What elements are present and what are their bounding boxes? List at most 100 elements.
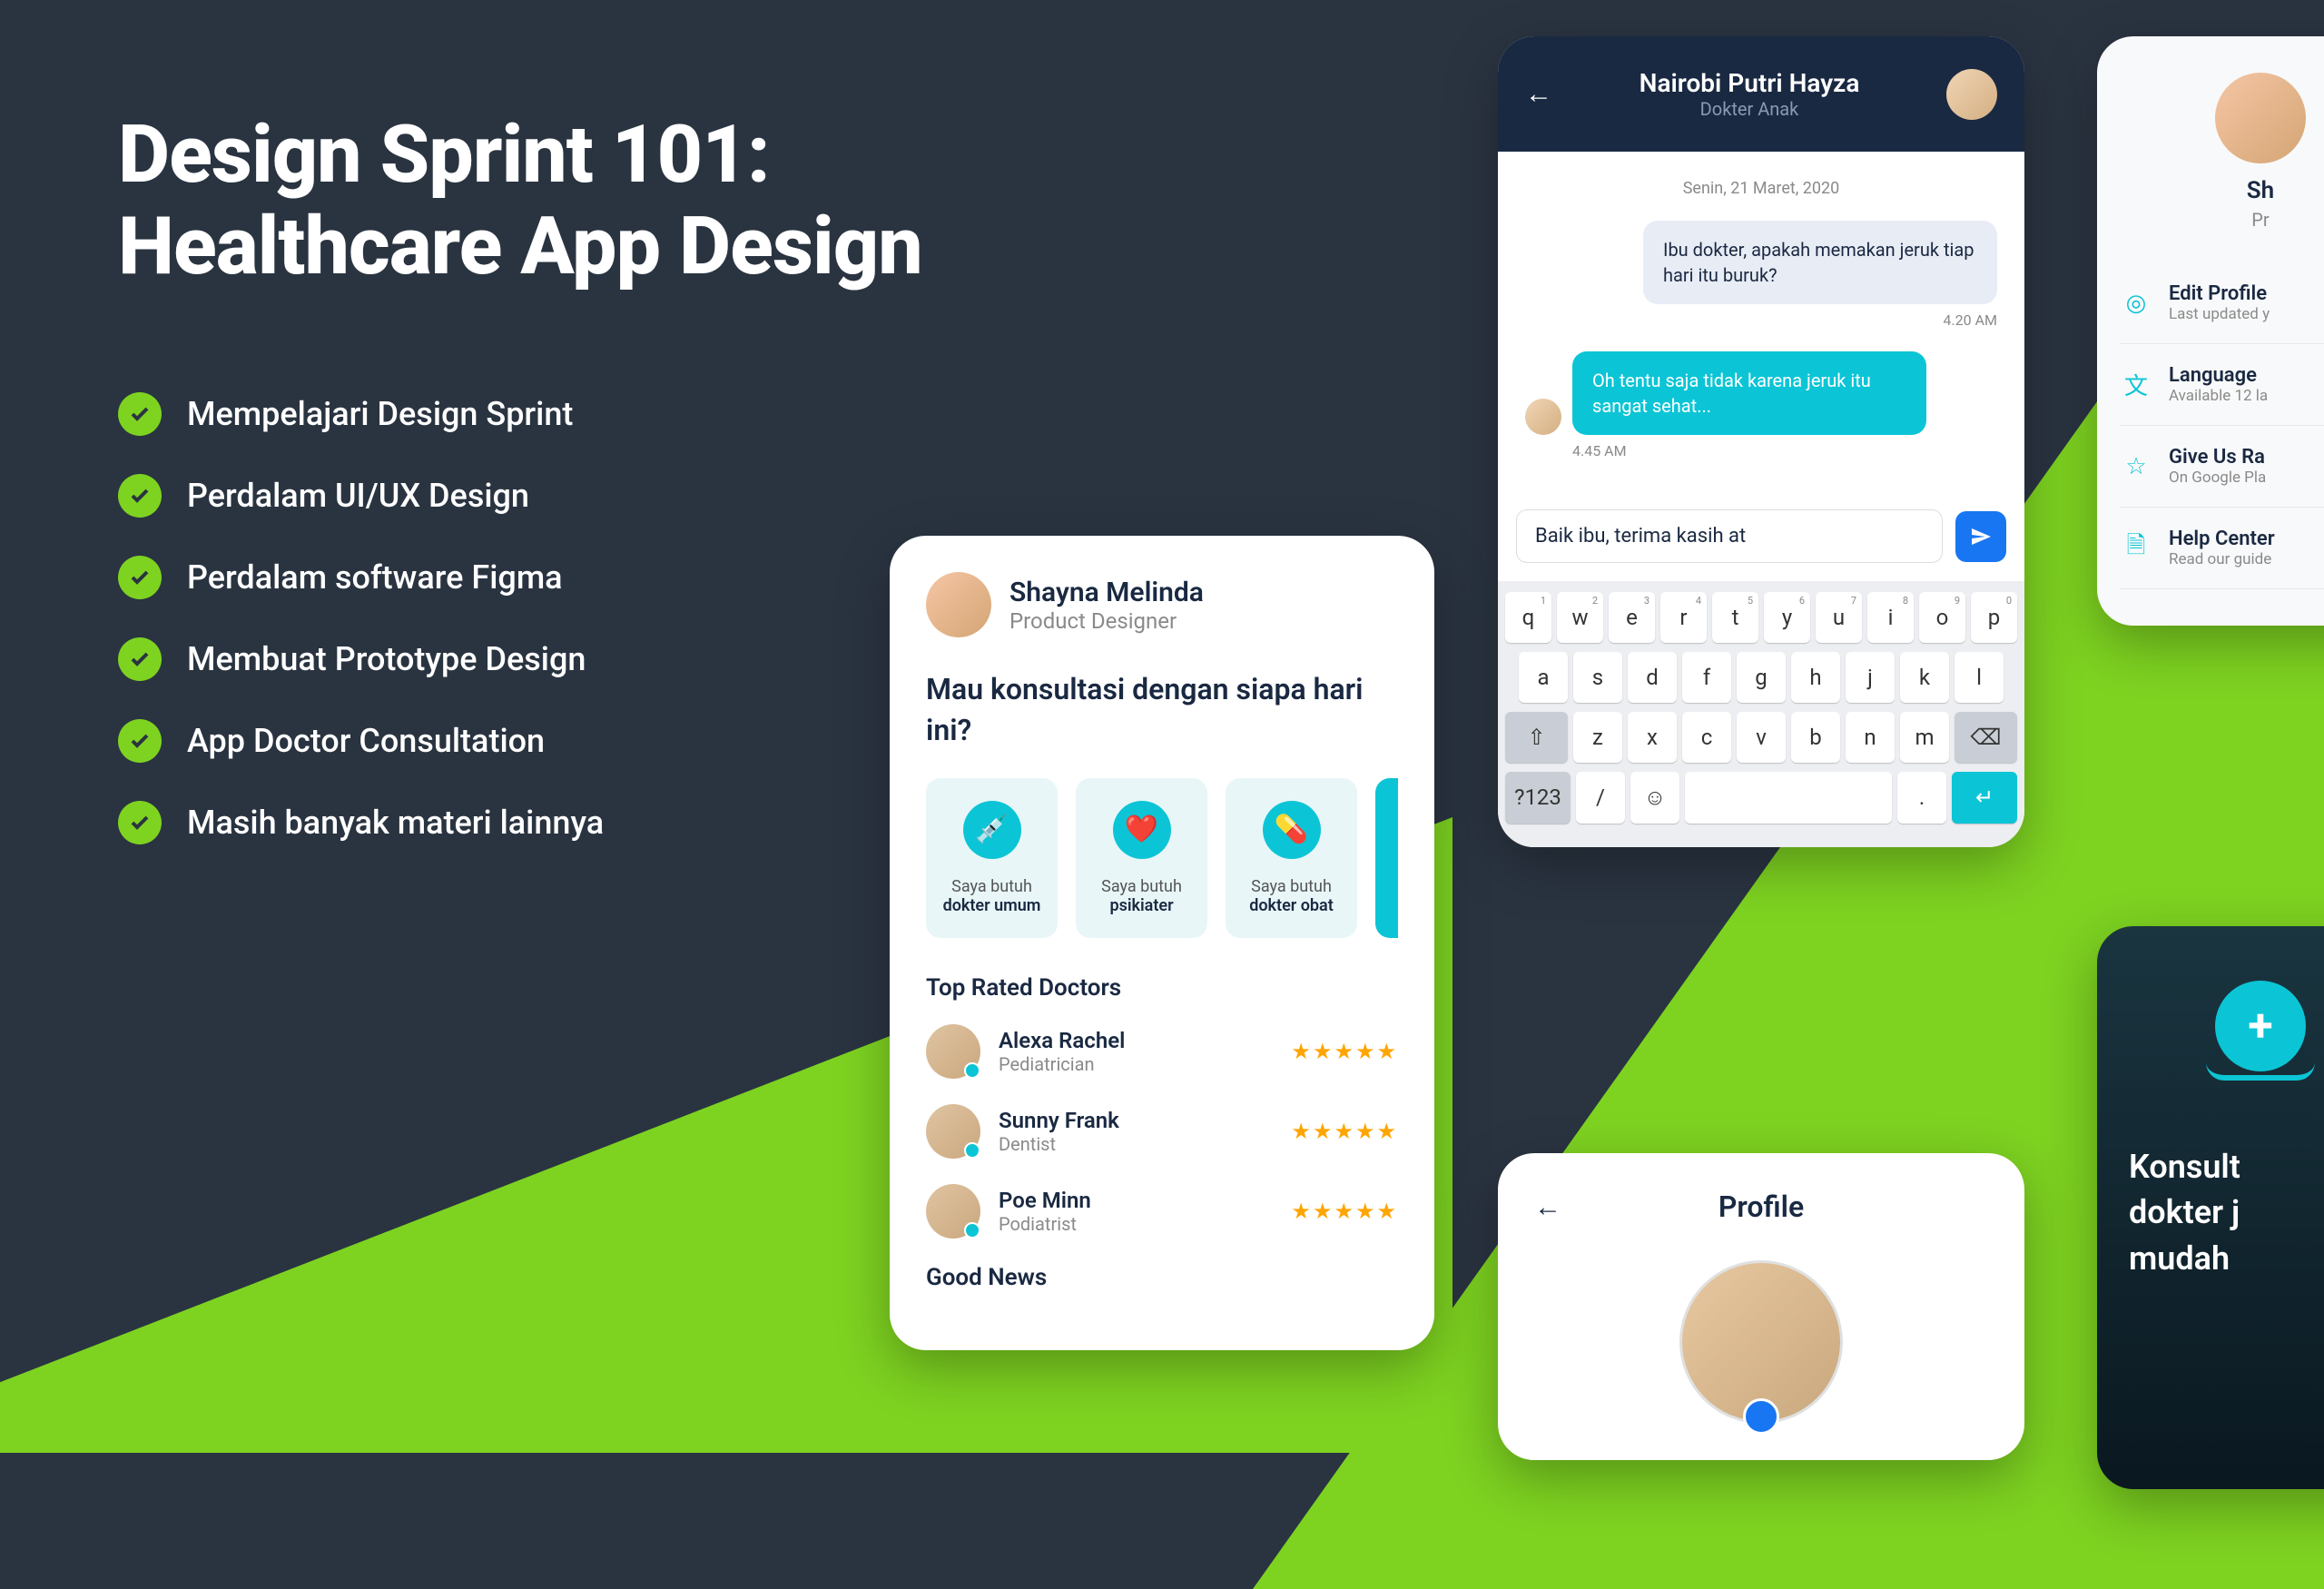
key-p[interactable]: p0: [1971, 592, 2017, 643]
section-news: Good News: [926, 1264, 1398, 1291]
stars-icon: ★★★★★: [1291, 1039, 1398, 1064]
item-sub: Read our guide: [2169, 550, 2275, 568]
item-sub: On Google Pla: [2169, 469, 2266, 487]
user-avatar[interactable]: [926, 572, 991, 637]
doctor-avatar: [926, 1184, 980, 1239]
message-outgoing: Ibu dokter, apakah memakan jeruk tiap ha…: [1643, 221, 1997, 304]
key-u[interactable]: u7: [1816, 592, 1862, 643]
doctor-name: Poe Minn: [999, 1188, 1091, 1213]
shift-key[interactable]: ⇧: [1505, 712, 1568, 763]
doctor-row[interactable]: Sunny FrankDentist ★★★★★: [926, 1104, 1398, 1159]
cat-label: Saya butuh: [1251, 877, 1332, 896]
back-arrow-icon[interactable]: ←: [1525, 78, 1552, 110]
slash-key[interactable]: /: [1576, 772, 1625, 824]
chat-header: ← Nairobi Putri Hayza Dokter Anak: [1498, 36, 2024, 152]
doctor-row[interactable]: Poe MinnPodiatrist★★★★★: [926, 1184, 1398, 1239]
key-t[interactable]: t5: [1712, 592, 1758, 643]
settings-item-profile[interactable]: ◎Edit ProfileLast updated y: [2120, 262, 2324, 344]
category-card-umum[interactable]: 💉Saya butuhdokter umum: [926, 778, 1058, 938]
bullet-text: Perdalam software Figma: [187, 558, 563, 597]
chat-doctor-avatar[interactable]: [1946, 69, 1997, 120]
period-key[interactable]: .: [1897, 772, 1946, 824]
settings-avatar[interactable]: [2215, 73, 2306, 163]
doctor-name: Sunny Frank: [999, 1108, 1119, 1133]
key-g[interactable]: g: [1737, 652, 1786, 703]
document-icon: 🗎: [2120, 532, 2152, 565]
category-card-partial[interactable]: [1375, 778, 1398, 938]
gender-badge-icon: [1743, 1398, 1779, 1435]
enter-key[interactable]: ↵: [1952, 772, 2017, 824]
pill-icon: 💊: [1263, 801, 1321, 859]
user-header[interactable]: Shayna Melinda Product Designer: [926, 572, 1398, 637]
cat-label: Saya butuh: [1101, 877, 1182, 896]
bullet-text: Membuat Prototype Design: [187, 640, 586, 678]
thermometer-icon: 💉: [963, 801, 1021, 859]
check-icon: [118, 637, 162, 681]
key-y[interactable]: y6: [1764, 592, 1810, 643]
doctor-avatar: [926, 1024, 980, 1079]
key-h[interactable]: h: [1791, 652, 1840, 703]
key-e[interactable]: e3: [1609, 592, 1655, 643]
category-row: 💉Saya butuhdokter umum ❤️Saya butuhpsiki…: [926, 778, 1398, 938]
splash-text: Konsultdokter jmudah: [2129, 1144, 2324, 1281]
message-time: 4.20 AM: [1525, 311, 1997, 329]
settings-item-language[interactable]: 文LanguageAvailable 12 la: [2120, 344, 2324, 426]
item-title: Language: [2169, 364, 2268, 387]
key-m[interactable]: m: [1900, 712, 1949, 763]
doctor-spec: Dentist: [999, 1133, 1119, 1155]
stars-icon: ★★★★★: [1291, 1199, 1398, 1224]
section-doctors: Top Rated Doctors: [926, 974, 1398, 1002]
profile-avatar[interactable]: [1679, 1260, 1843, 1424]
key-a[interactable]: a: [1519, 652, 1568, 703]
category-card-psikiater[interactable]: ❤️Saya butuhpsikiater: [1076, 778, 1207, 938]
chat-date: Senin, 21 Maret, 2020: [1525, 179, 1997, 198]
key-i[interactable]: i8: [1867, 592, 1914, 643]
keyboard: q1w2e3r4t5y6u7i8o9p0 asdfghjkl ⇧ zxcvbnm…: [1498, 581, 2024, 847]
cat-bold: dokter obat: [1239, 896, 1344, 915]
backspace-key[interactable]: ⌫: [1955, 712, 2017, 763]
item-title: Give Us Ra: [2169, 446, 2266, 469]
key-x[interactable]: x: [1628, 712, 1677, 763]
check-icon: [118, 719, 162, 763]
app-splash-screen: Konsultdokter jmudah: [2097, 926, 2324, 1489]
key-l[interactable]: l: [1955, 652, 2004, 703]
message-avatar: [1525, 399, 1561, 435]
key-r[interactable]: r4: [1660, 592, 1707, 643]
profile-icon: ◎: [2120, 287, 2152, 320]
key-q[interactable]: q1: [1505, 592, 1551, 643]
key-d[interactable]: d: [1628, 652, 1677, 703]
key-c[interactable]: c: [1682, 712, 1731, 763]
heart-icon: ❤️: [1113, 801, 1171, 859]
settings-item-help[interactable]: 🗎Help CenterRead our guide: [2120, 508, 2324, 589]
category-card-obat[interactable]: 💊 Saya butuhdokter obat: [1226, 778, 1357, 938]
key-k[interactable]: k: [1900, 652, 1949, 703]
bullet-text: Mempelajari Design Sprint: [187, 395, 573, 433]
key-b[interactable]: b: [1791, 712, 1840, 763]
space-key[interactable]: [1685, 772, 1892, 824]
app-home-screen: Shayna Melinda Product Designer Mau kons…: [890, 536, 1434, 1350]
send-button[interactable]: [1955, 511, 2006, 562]
user-name: Shayna Melinda: [1009, 577, 1204, 608]
bullet-text: App Doctor Consultation: [187, 722, 545, 760]
key-z[interactable]: z: [1573, 712, 1622, 763]
stars-icon: ★★★★★: [1291, 1119, 1398, 1144]
emoji-key[interactable]: ☺: [1630, 772, 1679, 824]
key-f[interactable]: f: [1682, 652, 1731, 703]
item-sub: Last updated y: [2169, 305, 2270, 323]
key-s[interactable]: s: [1573, 652, 1622, 703]
settings-role: Pr: [2120, 209, 2324, 231]
message-incoming: Oh tentu saja tidak karena jeruk itu san…: [1572, 351, 1926, 435]
key-w[interactable]: w2: [1557, 592, 1603, 643]
key-j[interactable]: j: [1846, 652, 1895, 703]
symbols-key[interactable]: ?123: [1505, 772, 1571, 824]
doctor-row[interactable]: Alexa RachelPediatrician★★★★★: [926, 1024, 1398, 1079]
chat-doctor-name: Nairobi Putri Hayza: [1571, 68, 1928, 98]
doctor-spec: Pediatrician: [999, 1053, 1125, 1075]
chat-input[interactable]: Baik ibu, terima kasih at: [1516, 509, 1943, 563]
key-o[interactable]: o9: [1919, 592, 1965, 643]
settings-item-rate[interactable]: ☆ Give Us RaOn Google Pla: [2120, 426, 2324, 508]
star-icon: ☆: [2120, 450, 2152, 483]
key-n[interactable]: n: [1846, 712, 1895, 763]
item-sub: Available 12 la: [2169, 387, 2268, 405]
key-v[interactable]: v: [1737, 712, 1786, 763]
